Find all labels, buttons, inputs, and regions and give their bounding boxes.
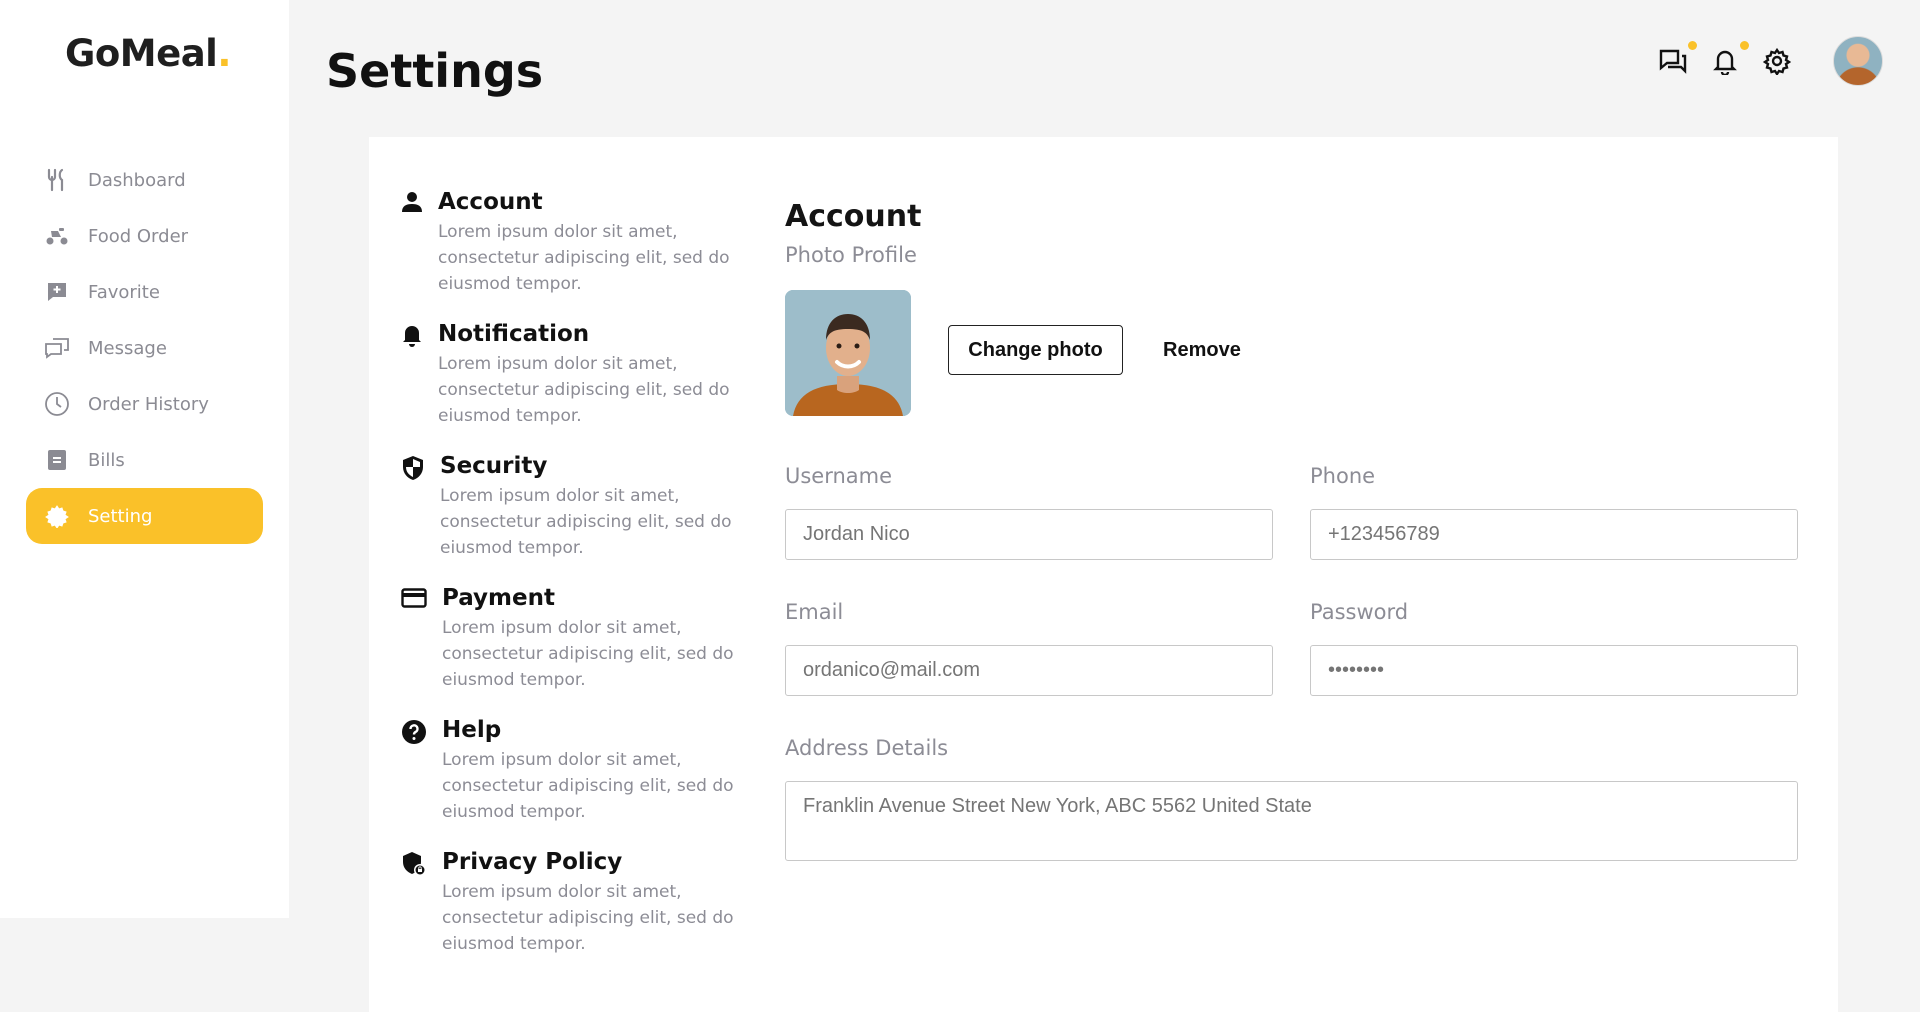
sidebar-item-message[interactable]: Message [26,320,263,376]
menu-desc: Lorem ipsum dolor sit amet, consectetur … [438,354,730,426]
privacy-shield-icon [401,849,427,877]
menu-desc: Lorem ipsum dolor sit amet, consectetur … [440,486,732,558]
settings-menu: Account Lorem ipsum dolor sit amet, cons… [401,189,741,981]
menu-title: Help [442,717,502,743]
sidebar-item-label: Setting [88,505,153,527]
username-input[interactable] [785,509,1273,560]
menu-title: Notification [438,321,590,347]
notification-dot [1740,41,1749,50]
menu-desc: Lorem ipsum dolor sit amet, consectetur … [442,750,734,822]
person-icon [401,189,423,217]
remove-photo-button[interactable]: Remove [1153,325,1251,375]
menu-item-help[interactable]: Help Lorem ipsum dolor sit amet, consect… [401,717,741,825]
sidebar-item-bills[interactable]: Bills [26,432,263,488]
photo-profile-label: Photo Profile [785,243,917,267]
sidebar: GoMeal. Dashboard Food Order Favorite Me… [0,0,289,918]
account-title: Account [785,199,922,234]
shield-icon [401,453,425,481]
sidebar-item-label: Dashboard [88,169,186,191]
menu-title: Privacy Policy [442,849,623,875]
password-label: Password [1310,600,1409,624]
scooter-icon [44,223,70,249]
favorite-chat-icon [44,279,70,305]
sidebar-item-dashboard[interactable]: Dashboard [26,152,263,208]
sidebar-item-label: Order History [88,393,209,415]
address-input[interactable] [785,781,1798,861]
email-input[interactable] [785,645,1273,696]
username-label: Username [785,464,893,488]
clock-icon [44,391,70,417]
gear-icon [44,503,70,529]
fork-knife-icon [44,167,70,193]
menu-title: Payment [442,585,555,611]
bell-icon [401,321,423,349]
profile-photo [785,290,911,416]
phone-input[interactable] [1310,509,1798,560]
help-icon [401,717,427,745]
email-label: Email [785,600,844,624]
menu-item-notification[interactable]: Notification Lorem ipsum dolor sit amet,… [401,321,741,429]
credit-card-icon [401,585,427,613]
message-icon [44,335,70,361]
logo[interactable]: GoMeal. [65,32,231,75]
notification-dot [1688,41,1697,50]
sidebar-item-order-history[interactable]: Order History [26,376,263,432]
page-title: Settings [326,44,544,98]
sidebar-item-setting[interactable]: Setting [26,488,263,544]
menu-title: Account [438,189,543,215]
bill-icon [44,447,70,473]
topbar [1657,36,1883,86]
chat-icon[interactable] [1657,41,1697,77]
address-label: Address Details [785,736,949,760]
change-photo-button[interactable]: Change photo [948,325,1123,375]
gear-icon[interactable] [1761,45,1793,77]
sidebar-nav: Dashboard Food Order Favorite Message Or… [26,152,263,544]
sidebar-item-label: Message [88,337,167,359]
menu-desc: Lorem ipsum dolor sit amet, consectetur … [442,882,734,954]
menu-item-account[interactable]: Account Lorem ipsum dolor sit amet, cons… [401,189,741,297]
menu-desc: Lorem ipsum dolor sit amet, consectetur … [438,222,730,294]
bell-icon[interactable] [1709,41,1749,77]
settings-panel: Account Lorem ipsum dolor sit amet, cons… [369,137,1838,1012]
sidebar-item-label: Favorite [88,281,160,303]
menu-item-payment[interactable]: Payment Lorem ipsum dolor sit amet, cons… [401,585,741,693]
sidebar-item-label: Bills [88,449,125,471]
sidebar-item-food-order[interactable]: Food Order [26,208,263,264]
avatar[interactable] [1833,36,1883,86]
menu-desc: Lorem ipsum dolor sit amet, consectetur … [442,618,734,690]
menu-item-security[interactable]: Security Lorem ipsum dolor sit amet, con… [401,453,741,561]
phone-label: Phone [1310,464,1376,488]
sidebar-item-favorite[interactable]: Favorite [26,264,263,320]
menu-title: Security [440,453,548,479]
password-input[interactable] [1310,645,1798,696]
menu-item-privacy-policy[interactable]: Privacy Policy Lorem ipsum dolor sit ame… [401,849,741,957]
sidebar-item-label: Food Order [88,225,189,247]
